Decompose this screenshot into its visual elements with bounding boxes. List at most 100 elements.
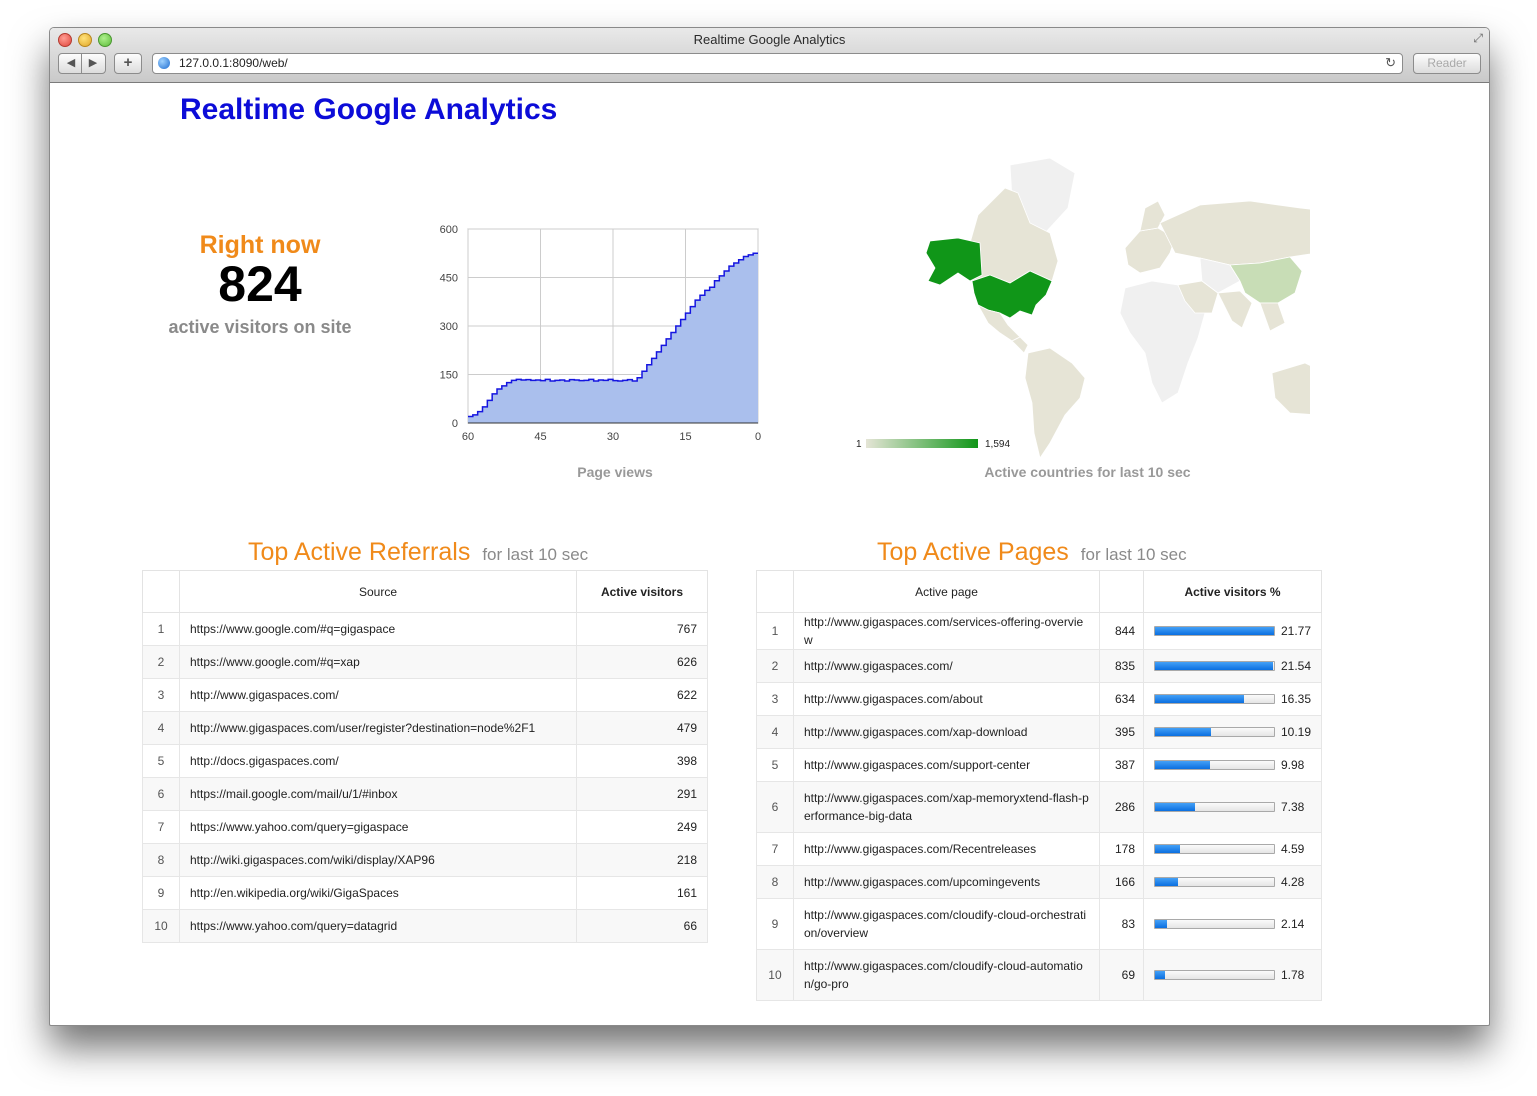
page-row[interactable]: 6 http://www.gigaspaces.com/xap-memoryxte…: [756, 781, 1322, 833]
page-row[interactable]: 9 http://www.gigaspaces.com/cloudify-clou…: [756, 898, 1322, 950]
page-url: http://www.gigaspaces.com/about: [792, 682, 1101, 716]
page-count: 835: [1099, 649, 1144, 683]
percent-bar-fill: [1155, 920, 1167, 928]
referral-visitors: 622: [576, 678, 708, 712]
page-row[interactable]: 7 http://www.gigaspaces.com/Recentrelease…: [756, 832, 1322, 866]
page-percent: 2.14: [1281, 917, 1305, 931]
url-text[interactable]: 127.0.0.1:8090/web/: [179, 56, 288, 70]
browser-window: Realtime Google Analytics ⤢ ◀ ▶ + 127.0.0…: [49, 27, 1490, 1026]
referral-visitors: 291: [576, 777, 708, 811]
referral-row[interactable]: 4 http://www.gigaspaces.com/user/register…: [142, 711, 708, 745]
referral-source: https://www.yahoo.com/query=gigaspace: [179, 810, 577, 844]
page-rank: 3: [756, 682, 794, 716]
x-tick-label: 30: [607, 431, 619, 443]
y-tick-label: 150: [440, 370, 458, 382]
pages-col-page[interactable]: Active page: [792, 570, 1101, 613]
referral-rank: 6: [142, 777, 180, 811]
percent-bar-fill: [1155, 662, 1273, 670]
referral-row[interactable]: 8 http://wiki.gigaspaces.com/wiki/display…: [142, 843, 708, 877]
back-button[interactable]: ◀: [60, 54, 82, 73]
page-percent-cell: 4.28: [1143, 865, 1322, 899]
active-visitors-count: 824: [218, 256, 302, 312]
page-percent-cell: 9.98: [1143, 748, 1322, 782]
page-percent-cell: 4.59: [1143, 832, 1322, 866]
scandinavia: [1139, 200, 1166, 232]
percent-bar-fill: [1155, 761, 1210, 769]
alaska: [925, 237, 983, 286]
page-url: http://www.gigaspaces.com/xap-memoryxten…: [792, 781, 1101, 833]
russia: [1159, 200, 1310, 266]
page-count: 178: [1099, 832, 1144, 866]
percent-bar-fill: [1155, 845, 1181, 853]
map-legend-gradient: [866, 439, 978, 448]
page-percent: 1.78: [1281, 968, 1305, 982]
page-percent: 4.59: [1281, 842, 1305, 856]
pages-table: Active page Active visitors % 1 http://ww…: [756, 570, 1322, 1001]
x-tick-label: 60: [462, 431, 474, 443]
page-rank: 9: [756, 898, 794, 950]
percent-bar: [1154, 661, 1275, 671]
referral-rank: 7: [142, 810, 180, 844]
percent-bar: [1154, 802, 1275, 812]
page-row[interactable]: 4 http://www.gigaspaces.com/xap-download 3…: [756, 715, 1322, 749]
referral-row[interactable]: 10 https://www.yahoo.com/query=datagrid 66: [142, 909, 708, 943]
referral-visitors: 218: [576, 843, 708, 877]
forward-button[interactable]: ▶: [82, 54, 104, 73]
address-bar[interactable]: 127.0.0.1:8090/web/ ↻: [152, 53, 1403, 74]
referral-rank: 1: [142, 612, 180, 646]
referrals-heading: Top Active Referrals: [248, 538, 471, 566]
referral-row[interactable]: 9 http://en.wikipedia.org/wiki/GigaSpaces…: [142, 876, 708, 910]
y-tick-label: 300: [440, 321, 458, 333]
page-row[interactable]: 2 http://www.gigaspaces.com/835 21.54: [756, 649, 1322, 683]
page-row[interactable]: 10 http://www.gigaspaces.com/cloudify-clo…: [756, 949, 1322, 1001]
referral-row[interactable]: 2 https://www.google.com/#q=xap 626: [142, 645, 708, 679]
percent-bar: [1154, 727, 1275, 737]
page-percent: 21.54: [1281, 659, 1312, 673]
page-count: 395: [1099, 715, 1144, 749]
page-title: Realtime Google Analytics: [180, 93, 558, 126]
page-row[interactable]: 8 http://www.gigaspaces.com/upcomingevent…: [756, 865, 1322, 899]
page-rank: 7: [756, 832, 794, 866]
page-percent-cell: 10.19: [1143, 715, 1322, 749]
page-count: 83: [1099, 898, 1144, 950]
percent-bar: [1154, 877, 1275, 887]
pages-col-rank: [756, 570, 794, 613]
page-percent: 16.35: [1281, 692, 1312, 706]
reader-button[interactable]: Reader: [1413, 53, 1481, 74]
referrals-col-rank: [142, 570, 180, 613]
map-caption: Active countries for last 10 sec: [984, 464, 1191, 480]
page-rank: 8: [756, 865, 794, 899]
page-url: http://www.gigaspaces.com/upcomingevents: [792, 865, 1101, 899]
add-bookmark-button[interactable]: +: [114, 53, 142, 74]
page-row[interactable]: 1 http://www.gigaspaces.com/services-offe…: [756, 612, 1322, 650]
page-row[interactable]: 3 http://www.gigaspaces.com/about 634 16.35: [756, 682, 1322, 716]
referral-visitors: 767: [576, 612, 708, 646]
referral-row[interactable]: 5 http://docs.gigaspaces.com/398: [142, 744, 708, 778]
referrals-col-visitors[interactable]: Active visitors: [576, 570, 708, 613]
page-url: http://www.gigaspaces.com/xap-download: [792, 715, 1101, 749]
southeast-asia: [1259, 302, 1286, 332]
page-count: 844: [1099, 612, 1144, 650]
referral-rank: 9: [142, 876, 180, 910]
reload-icon[interactable]: ↻: [1385, 55, 1396, 71]
south-america: [1024, 347, 1086, 459]
page-url: http://www.gigaspaces.com/support-center: [792, 748, 1101, 782]
fullscreen-icon[interactable]: ⤢: [1473, 31, 1483, 46]
referral-rank: 5: [142, 744, 180, 778]
referrals-col-source[interactable]: Source: [179, 570, 577, 613]
referral-visitors: 66: [576, 909, 708, 943]
percent-bar-fill: [1155, 971, 1165, 979]
referral-source: http://docs.gigaspaces.com/: [179, 744, 577, 778]
page-views-caption: Page views: [577, 464, 653, 480]
referral-row[interactable]: 3 http://www.gigaspaces.com/622: [142, 678, 708, 712]
pages-col-percent[interactable]: Active visitors %: [1143, 570, 1322, 613]
referral-row[interactable]: 6 https://mail.google.com/mail/u/1/#inbox…: [142, 777, 708, 811]
page-url: http://www.gigaspaces.com/Recentreleases: [792, 832, 1101, 866]
page-row[interactable]: 5 http://www.gigaspaces.com/support-cente…: [756, 748, 1322, 782]
y-tick-label: 0: [452, 418, 458, 430]
referral-row[interactable]: 1 https://www.google.com/#q=gigaspace 767: [142, 612, 708, 646]
percent-bar-fill: [1155, 695, 1245, 703]
percent-bar: [1154, 919, 1275, 929]
referral-row[interactable]: 7 https://www.yahoo.com/query=gigaspace 24…: [142, 810, 708, 844]
referral-rank: 2: [142, 645, 180, 679]
